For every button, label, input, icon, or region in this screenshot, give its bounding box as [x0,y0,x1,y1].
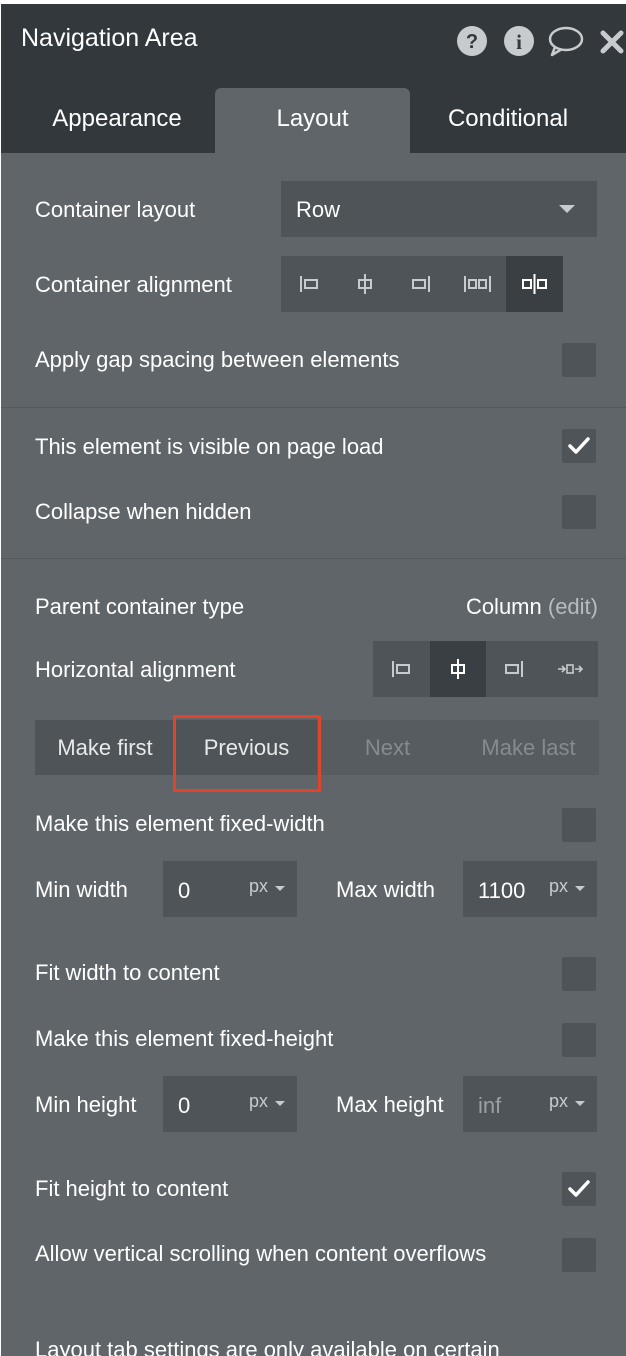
collapse-when-hidden-label: Collapse when hidden [35,499,252,524]
vertical-scrolling-checkbox[interactable] [562,1238,596,1272]
align-space-between-button[interactable] [449,256,506,312]
chevron-down-icon [559,205,575,213]
layout-tab-note: Layout tab settings are only available o… [35,1337,500,1356]
halign-stretch-button[interactable] [542,641,598,697]
container-layout-value: Row [296,197,341,222]
horizontal-alignment-label: Horizontal alignment [35,657,236,682]
align-left-icon [300,276,318,292]
parent-type-value: Column [465,594,542,619]
tab-bar: Appearance Layout Conditional [1,76,626,153]
align-left-icon [392,661,410,677]
halign-center-button[interactable] [430,641,486,697]
container-layout-select[interactable]: Row [281,181,597,237]
chevron-down-icon [275,886,285,891]
visible-on-load-label: This element is visible on page load [35,434,384,459]
tab-conditional[interactable]: Conditional [413,88,603,153]
align-right-icon [505,661,523,677]
property-editor-panel: Navigation Area ? i Appearance Layout Co… [1,4,626,1356]
max-width-value: 1100 [478,878,526,903]
fixed-height-checkbox[interactable] [562,1023,596,1057]
align-right-button[interactable] [393,256,449,312]
min-height-value: 0 [178,1093,191,1118]
svg-text:?: ? [466,31,478,53]
close-icon[interactable] [599,25,626,57]
halign-left-button[interactable] [373,641,429,697]
checkmark-icon [568,437,590,454]
gap-spacing-checkbox[interactable] [562,343,596,377]
collapse-when-hidden-checkbox[interactable] [562,495,596,529]
min-width-unit[interactable]: px [249,876,268,897]
visible-on-load-checkbox[interactable] [562,429,596,463]
max-height-input[interactable]: inf px [463,1076,597,1132]
parent-type-edit-link[interactable]: (edit) [548,594,598,619]
fit-width-label: Fit width to content [35,960,220,985]
horizontal-alignment-group [373,641,598,697]
container-alignment-label: Container alignment [35,272,232,297]
align-space-around-button[interactable] [506,256,563,312]
min-width-label: Min width [35,877,128,902]
panel-header: Navigation Area ? i [1,4,626,76]
chevron-down-icon [575,1101,585,1106]
fit-height-label: Fit height to content [35,1176,229,1201]
parent-container-type-value: Column (edit) [466,594,598,620]
panel-title: Navigation Area [21,24,198,52]
checkmark-icon [568,1180,590,1197]
align-right-icon [412,276,430,292]
min-height-unit[interactable]: px [249,1091,268,1112]
comment-icon[interactable] [547,25,585,57]
stretch-icon [558,664,584,674]
align-center-icon [358,274,372,294]
info-icon[interactable]: i [503,25,535,57]
gap-spacing-label: Apply gap spacing between elements [35,347,400,372]
max-height-placeholder: inf [478,1093,502,1118]
divider [1,558,626,559]
max-width-label: Max width [336,877,436,902]
max-width-input[interactable]: 1100 px [463,861,597,917]
chevron-down-icon [275,1101,285,1106]
make-last-button[interactable]: Make last [458,720,599,775]
divider [1,407,626,408]
chevron-down-icon [575,886,585,891]
max-height-unit[interactable]: px [549,1091,568,1112]
container-alignment-group [281,256,563,312]
fixed-height-label: Make this element fixed-height [35,1026,334,1051]
tab-appearance[interactable]: Appearance [21,88,213,153]
previous-button-highlight [173,715,321,792]
align-center-button[interactable] [337,256,393,312]
fixed-width-label: Make this element fixed-width [35,811,325,836]
align-left-button[interactable] [281,256,337,312]
min-height-input[interactable]: 0 px [163,1076,297,1132]
parent-container-type-label: Parent container type [35,594,245,619]
help-icon[interactable]: ? [456,25,488,57]
svg-text:i: i [516,30,522,54]
container-layout-label: Container layout [35,197,196,222]
align-center-icon [451,659,465,679]
max-height-label: Max height [336,1092,444,1117]
halign-right-button[interactable] [486,641,542,697]
vertical-scrolling-label: Allow vertical scrolling when content ov… [35,1241,487,1266]
space-between-icon [464,276,491,292]
make-first-button[interactable]: Make first [35,720,175,775]
tab-layout[interactable]: Layout [215,88,410,153]
max-width-unit[interactable]: px [549,876,568,897]
next-button[interactable]: Next [317,720,458,775]
fit-width-checkbox[interactable] [562,957,596,991]
fit-height-checkbox[interactable] [562,1172,596,1206]
fixed-width-checkbox[interactable] [562,808,596,842]
min-height-label: Min height [35,1092,137,1117]
min-width-input[interactable]: 0 px [163,861,297,917]
space-around-icon [522,274,547,294]
min-width-value: 0 [178,878,191,903]
